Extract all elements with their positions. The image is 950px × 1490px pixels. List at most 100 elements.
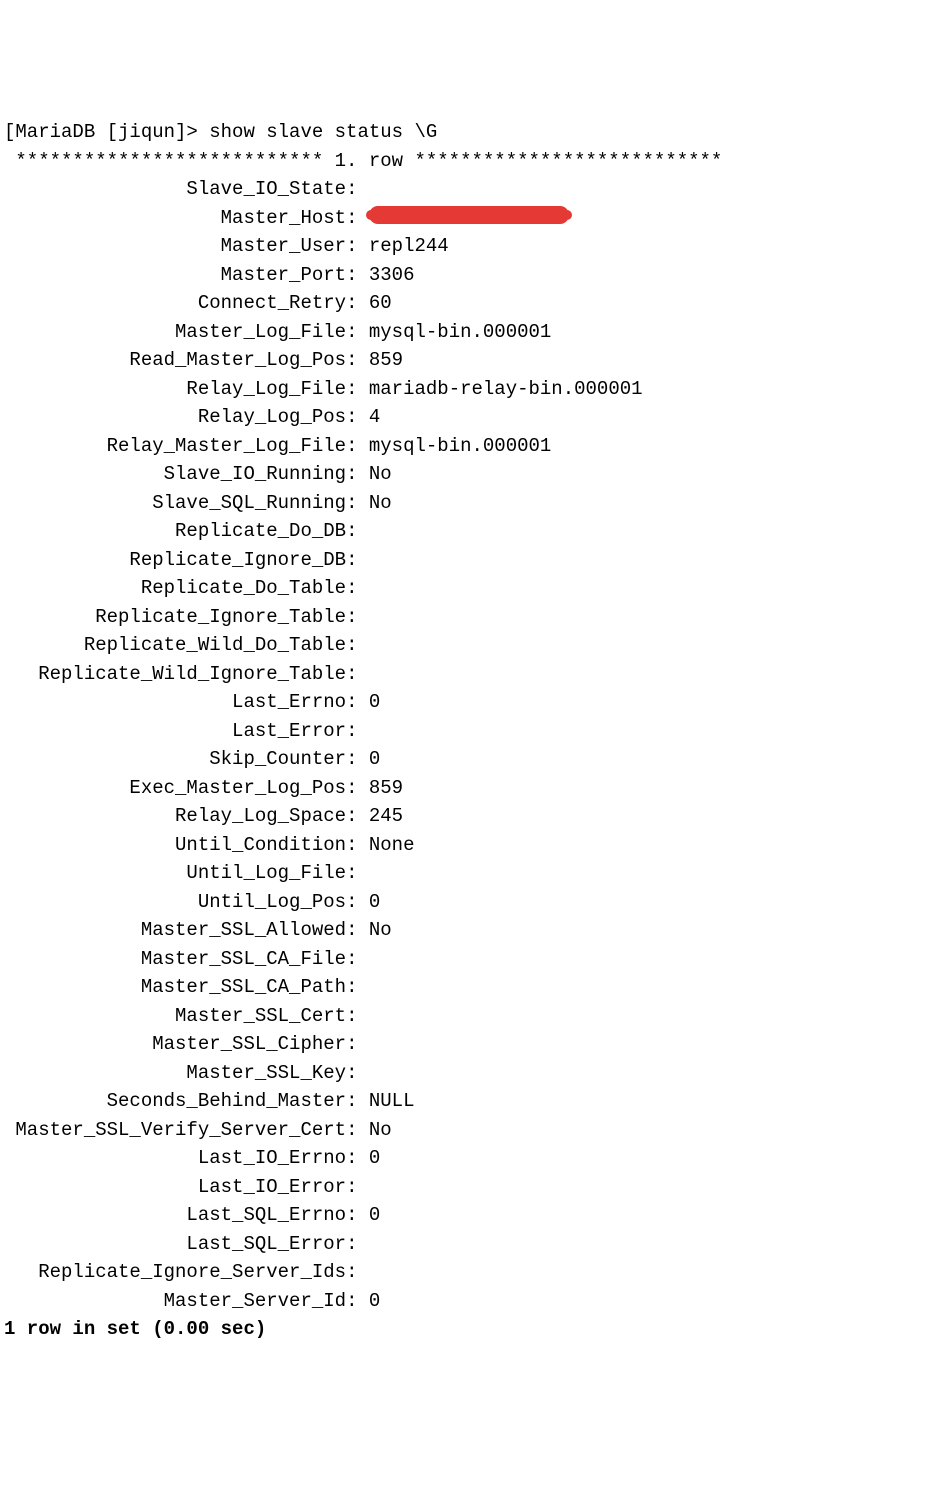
colon-sep: : <box>346 264 369 286</box>
status-row: Last_Errno: 0 <box>4 688 946 717</box>
status-row: Relay_Log_Space: 245 <box>4 802 946 831</box>
field-label: Connect_Retry <box>4 292 346 314</box>
colon-sep: : <box>346 1005 369 1027</box>
status-row: Master_SSL_Cipher: <box>4 1030 946 1059</box>
field-label: Master_SSL_Cert <box>4 1005 346 1027</box>
status-row: Last_IO_Error: <box>4 1173 946 1202</box>
field-label: Master_SSL_CA_File <box>4 948 346 970</box>
colon-sep: : <box>346 378 369 400</box>
field-label: Until_Condition <box>4 834 346 856</box>
field-value: 245 <box>369 805 403 827</box>
colon-sep: : <box>346 1033 369 1055</box>
status-row: Master_SSL_Allowed: No <box>4 916 946 945</box>
status-fields: Slave_IO_State: Master_Host: Master_User… <box>4 175 946 1315</box>
field-value: No <box>369 463 392 485</box>
field-value: No <box>369 1119 392 1141</box>
status-row: Relay_Master_Log_File: mysql-bin.000001 <box>4 432 946 461</box>
field-value: 0 <box>369 1290 380 1312</box>
status-row: Until_Condition: None <box>4 831 946 860</box>
field-label: Master_SSL_Key <box>4 1062 346 1084</box>
status-row: Last_SQL_Errno: 0 <box>4 1201 946 1230</box>
colon-sep: : <box>346 1204 369 1226</box>
status-row: Last_IO_Errno: 0 <box>4 1144 946 1173</box>
colon-sep: : <box>346 1233 369 1255</box>
field-label: Master_SSL_CA_Path <box>4 976 346 998</box>
status-row: Skip_Counter: 0 <box>4 745 946 774</box>
field-label: Master_User <box>4 235 346 257</box>
status-row: Relay_Log_Pos: 4 <box>4 403 946 432</box>
colon-sep: : <box>346 720 369 742</box>
status-row: Replicate_Ignore_Table: <box>4 603 946 632</box>
field-label: Master_Log_File <box>4 321 346 343</box>
colon-sep: : <box>346 235 369 257</box>
field-label: Replicate_Ignore_Table <box>4 606 346 628</box>
status-row: Last_Error: <box>4 717 946 746</box>
status-row: Replicate_Ignore_DB: <box>4 546 946 575</box>
colon-sep: : <box>346 663 369 685</box>
colon-sep: : <box>346 919 369 941</box>
field-label: Master_SSL_Allowed <box>4 919 346 941</box>
status-row: Seconds_Behind_Master: NULL <box>4 1087 946 1116</box>
field-label: Replicate_Wild_Ignore_Table <box>4 663 346 685</box>
status-row: Master_Port: 3306 <box>4 261 946 290</box>
field-label: Until_Log_Pos <box>4 891 346 913</box>
status-row: Master_SSL_CA_File: <box>4 945 946 974</box>
status-row: Replicate_Do_DB: <box>4 517 946 546</box>
status-row: Last_SQL_Error: <box>4 1230 946 1259</box>
field-value: mysql-bin.000001 <box>369 321 551 343</box>
status-row: Master_Host: <box>4 204 946 233</box>
field-label: Replicate_Wild_Do_Table <box>4 634 346 656</box>
prompt-line: [MariaDB [jiqun]> show slave status \G <box>4 121 437 143</box>
field-label: Until_Log_File <box>4 862 346 884</box>
field-label: Replicate_Do_Table <box>4 577 346 599</box>
field-label: Master_Host <box>4 207 346 229</box>
colon-sep: : <box>346 463 369 485</box>
colon-sep: : <box>346 492 369 514</box>
status-row: Until_Log_Pos: 0 <box>4 888 946 917</box>
field-label: Master_SSL_Verify_Server_Cert <box>4 1119 346 1141</box>
colon-sep: : <box>346 834 369 856</box>
field-value: 859 <box>369 777 403 799</box>
colon-sep: : <box>346 606 369 628</box>
colon-sep: : <box>346 1261 369 1283</box>
field-label: Master_Server_Id <box>4 1290 346 1312</box>
colon-sep: : <box>346 634 369 656</box>
colon-sep: : <box>346 1090 369 1112</box>
colon-sep: : <box>346 406 369 428</box>
status-row: Read_Master_Log_Pos: 859 <box>4 346 946 375</box>
field-label: Last_Errno <box>4 691 346 713</box>
result-footer: 1 row in set (0.00 sec) <box>4 1318 266 1340</box>
field-label: Relay_Log_Pos <box>4 406 346 428</box>
field-label: Last_IO_Error <box>4 1176 346 1198</box>
field-label: Relay_Log_File <box>4 378 346 400</box>
status-row: Until_Log_File: <box>4 859 946 888</box>
field-value: repl244 <box>369 235 449 257</box>
colon-sep: : <box>346 748 369 770</box>
status-row: Master_SSL_CA_Path: <box>4 973 946 1002</box>
status-row: Slave_IO_Running: No <box>4 460 946 489</box>
field-value: NULL <box>369 1090 415 1112</box>
status-row: Slave_IO_State: <box>4 175 946 204</box>
colon-sep: : <box>346 691 369 713</box>
colon-sep: : <box>346 862 369 884</box>
colon-sep: : <box>346 1147 369 1169</box>
field-value: mariadb-relay-bin.000001 <box>369 378 643 400</box>
field-label: Read_Master_Log_Pos <box>4 349 346 371</box>
status-row: Slave_SQL_Running: No <box>4 489 946 518</box>
field-label: Last_SQL_Errno <box>4 1204 346 1226</box>
colon-sep: : <box>346 520 369 542</box>
field-value: 859 <box>369 349 403 371</box>
colon-sep: : <box>346 435 369 457</box>
colon-sep: : <box>346 805 369 827</box>
status-row: Replicate_Ignore_Server_Ids: <box>4 1258 946 1287</box>
row-separator: *************************** 1. row *****… <box>4 150 722 172</box>
status-row: Replicate_Do_Table: <box>4 574 946 603</box>
field-label: Replicate_Ignore_Server_Ids <box>4 1261 346 1283</box>
status-row: Replicate_Wild_Do_Table: <box>4 631 946 660</box>
field-label: Master_SSL_Cipher <box>4 1033 346 1055</box>
status-row: Master_SSL_Cert: <box>4 1002 946 1031</box>
field-label: Relay_Master_Log_File <box>4 435 346 457</box>
field-label: Relay_Log_Space <box>4 805 346 827</box>
field-label: Replicate_Ignore_DB <box>4 549 346 571</box>
field-value: 3306 <box>369 264 415 286</box>
